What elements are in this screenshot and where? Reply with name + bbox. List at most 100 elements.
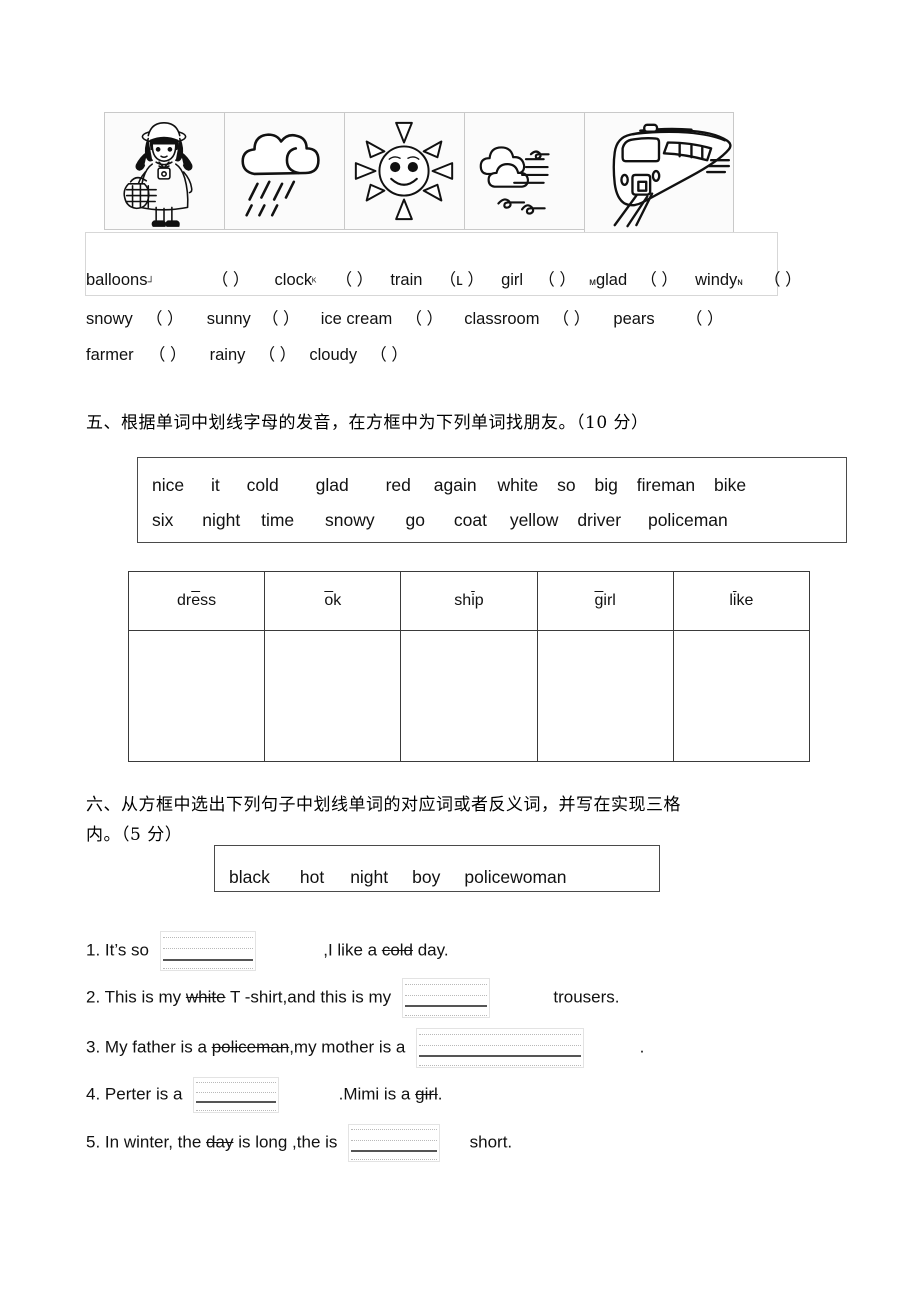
sentence-text: It’s so [104, 940, 150, 960]
word-bank-row-1: nice it cold glad red again white so big… [152, 468, 832, 503]
worksheet-page: balloons┘ （ ） clockᴷ （ ） train （ʟ ） girl… [0, 0, 920, 1302]
bank-word[interactable]: yellow [510, 503, 559, 538]
answer-paren[interactable]: （ ） [259, 346, 297, 364]
header-marked-letter: o [324, 592, 334, 609]
sentence-number: 2. [86, 987, 101, 1007]
sentence-3: 3. My father is a policeman,my mother is… [86, 1028, 644, 1068]
sentence-text: T -shirt,and this is my [225, 987, 392, 1007]
answer-cell[interactable] [264, 630, 402, 762]
sentence-text: is long ,the is [233, 1132, 338, 1152]
sentence-text: trousers. [553, 987, 620, 1007]
bank-word[interactable]: black [229, 867, 270, 888]
underlined-word: cold [381, 940, 413, 960]
answer-paren[interactable]: （ʟ ） [440, 271, 484, 289]
word-text: glad [595, 271, 628, 289]
answer-paren[interactable]: （ ） [405, 310, 443, 328]
word-mark: ┘ [147, 277, 155, 288]
word-text: windy [695, 271, 738, 289]
answer-cell[interactable] [127, 630, 266, 762]
underlined-word: white [185, 987, 226, 1007]
bank-word[interactable]: time [261, 503, 294, 538]
sentence-text: My father is a [104, 1037, 212, 1057]
picture-strip [104, 112, 734, 233]
rain-cloud-illustration [224, 112, 345, 230]
handwriting-blank[interactable] [159, 931, 256, 971]
word-item: balloons┘ [86, 271, 159, 289]
word-bank-row-2: six night time snowy go coat yellow driv… [152, 503, 832, 538]
bank-word[interactable]: so [557, 468, 575, 503]
bank-word[interactable]: snowy [325, 503, 375, 538]
header-suffix: p [474, 592, 484, 609]
word-item: windyɴ [695, 271, 747, 289]
bank-word[interactable]: nice [152, 468, 184, 503]
answer-paren[interactable]: （ ） [640, 271, 678, 289]
answer-paren[interactable]: （ ） [538, 271, 576, 289]
bank-word[interactable]: night [202, 503, 240, 538]
answer-paren[interactable]: （ ） [336, 271, 374, 289]
answer-paren[interactable]: （ ） [146, 310, 184, 328]
word-pre-mark: ᴍ [589, 277, 596, 288]
section-6-heading-line1: 六、从方框中选出下列句子中划线单词的对应词或者反义词，并写在实现三格 [86, 795, 681, 815]
bank-word[interactable]: policewoman [464, 867, 566, 888]
handwriting-blank[interactable] [193, 1077, 280, 1113]
word-text: farmer [86, 346, 134, 364]
sentence-text: . [639, 1037, 645, 1057]
bank-word[interactable]: fireman [637, 468, 695, 503]
answer-cell[interactable] [536, 630, 674, 762]
bank-word[interactable]: driver [577, 503, 621, 538]
wind-illustration [464, 112, 585, 230]
sentence-text: short. [469, 1132, 513, 1152]
bank-word[interactable]: go [406, 503, 425, 538]
bank-word[interactable]: six [152, 503, 173, 538]
sentence-text: ,I like a [323, 940, 382, 960]
bank-word[interactable]: boy [412, 867, 440, 888]
bank-word[interactable]: it [211, 468, 220, 503]
answer-paren[interactable]: （ ） [764, 271, 802, 289]
sentence-5: 5. In winter, the day is long ,the is sh… [86, 1124, 512, 1162]
word-text: balloons [86, 271, 148, 289]
bank-word[interactable]: cold [247, 468, 279, 503]
word-list: balloons┘ （ ） clockᴷ （ ） train （ʟ ） girl… [86, 262, 886, 373]
section-6-heading: 六、从方框中选出下列句子中划线单词的对应词或者反义词，并写在实现三格 内。（5 … [86, 790, 876, 850]
handwriting-blank[interactable] [348, 1124, 441, 1162]
sun-illustration [344, 112, 465, 230]
table-header-cell: girl [536, 571, 674, 631]
bank-word[interactable]: glad [316, 468, 349, 503]
bank-word[interactable]: hot [300, 867, 324, 888]
train-illustration [584, 112, 734, 233]
sentence-text: day. [413, 940, 449, 960]
answer-cell[interactable] [400, 630, 538, 762]
answer-paren[interactable]: （ ） [149, 346, 187, 364]
answer-paren[interactable]: （ ） [212, 271, 250, 289]
underlined-word: day [206, 1132, 234, 1152]
answer-cell[interactable] [672, 630, 811, 762]
bank-word[interactable]: white [497, 468, 538, 503]
sentence-number: 1. [86, 940, 101, 960]
answer-paren[interactable]: （ ） [553, 310, 591, 328]
handwriting-blank[interactable] [416, 1028, 585, 1068]
word-item: ᴍglad [589, 271, 632, 289]
bank-word[interactable]: coat [454, 503, 487, 538]
bank-word[interactable]: bike [714, 468, 746, 503]
answer-paren[interactable]: （ ） [262, 310, 300, 328]
word-item: train [390, 271, 427, 289]
bank-word[interactable]: policeman [648, 503, 728, 538]
bank-word[interactable]: again [434, 468, 477, 503]
girl-illustration [104, 112, 225, 230]
sentence-text: .Mimi is a [338, 1084, 416, 1104]
word-text: cloudy [309, 346, 358, 364]
header-marked-letter: e [191, 592, 201, 609]
section-6-word-bank: black hot night boy policewoman [214, 845, 660, 892]
bank-word[interactable]: red [386, 468, 411, 503]
sentence-number: 3. [86, 1037, 101, 1057]
table-header-cell: ship [400, 571, 538, 631]
bank-word[interactable]: night [350, 867, 388, 888]
table-header-cell: like [672, 571, 811, 631]
bank-word[interactable]: big [595, 468, 618, 503]
answer-paren[interactable]: （ ） [686, 310, 724, 328]
word-text: snowy [86, 310, 133, 328]
answer-paren[interactable]: （ ） [370, 346, 408, 364]
word-text: pears [613, 310, 655, 328]
word-item: girl [501, 271, 528, 289]
handwriting-blank[interactable] [401, 978, 490, 1018]
